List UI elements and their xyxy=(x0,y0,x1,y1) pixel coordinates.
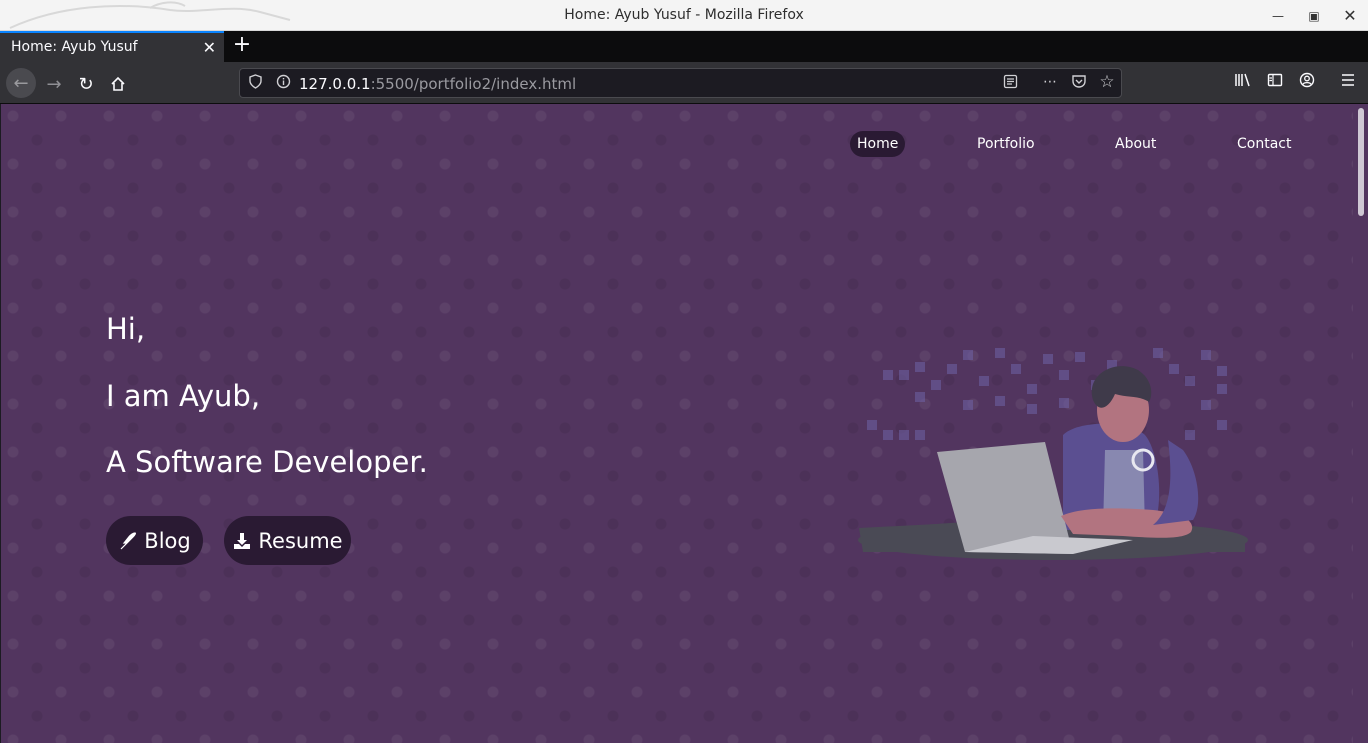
nav-link-contact[interactable]: Contact xyxy=(1230,131,1298,157)
page-actions-icon[interactable]: ⋯ xyxy=(1040,74,1060,90)
shield-icon[interactable] xyxy=(245,74,265,93)
close-tab-icon[interactable]: ✕ xyxy=(203,38,216,57)
close-window-button[interactable]: ✕ xyxy=(1332,0,1368,31)
page-scrollbar[interactable] xyxy=(1353,104,1368,743)
sidebar-icon[interactable] xyxy=(1264,72,1286,92)
bookmark-star-icon[interactable]: ☆ xyxy=(1097,72,1117,92)
blog-button-label: Blog xyxy=(144,528,191,553)
resume-button-label: Resume xyxy=(258,528,343,553)
info-icon[interactable] xyxy=(273,74,293,93)
resume-button[interactable]: Resume xyxy=(224,516,351,565)
site-navigation: Home Portfolio About Contact xyxy=(1,131,1353,159)
address-bar[interactable]: 127.0.0.1:5500/portfolio2/index.html ⋯ ☆ xyxy=(239,68,1122,98)
home-button[interactable] xyxy=(104,70,132,98)
window-title: Home: Ayub Yusuf - Mozilla Firefox xyxy=(564,7,804,23)
maximize-button[interactable]: ▣ xyxy=(1296,0,1332,31)
library-icon[interactable] xyxy=(1232,72,1254,92)
url-host: 127.0.0.1 xyxy=(299,75,371,93)
pocket-icon[interactable] xyxy=(1069,74,1089,93)
feather-icon xyxy=(120,531,137,549)
nav-link-portfolio[interactable]: Portfolio xyxy=(970,131,1042,157)
new-tab-button[interactable]: + xyxy=(230,33,254,57)
download-icon xyxy=(234,532,251,549)
url-text[interactable]: 127.0.0.1:5500/portfolio2/index.html xyxy=(299,75,576,93)
blog-button[interactable]: Blog xyxy=(106,516,203,565)
reload-button[interactable]: ↻ xyxy=(72,70,100,98)
navigation-toolbar: ← → ↻ 127.0.0.1:5500/portfolio2/index.ht… xyxy=(0,62,1368,104)
back-button[interactable]: ← xyxy=(6,68,36,98)
nav-link-home[interactable]: Home xyxy=(850,131,906,157)
window-titlebar: Home: Ayub Yusuf - Mozilla Firefox — ▣ ✕ xyxy=(0,0,1368,31)
hero-name: I am Ayub, xyxy=(106,379,261,413)
scrollbar-thumb[interactable] xyxy=(1358,108,1364,216)
tab-strip: Home: Ayub Yusuf ✕ + xyxy=(0,31,1368,62)
hamburger-menu-icon[interactable] xyxy=(1337,72,1359,91)
developer-laptop-illustration xyxy=(858,348,1248,560)
url-path: :5500/portfolio2/index.html xyxy=(370,75,577,93)
reader-view-icon[interactable] xyxy=(1000,74,1020,93)
minimize-button[interactable]: — xyxy=(1260,0,1296,31)
hero-role: A Software Developer. xyxy=(106,445,428,479)
account-icon[interactable] xyxy=(1296,72,1318,92)
tab-title: Home: Ayub Yusuf xyxy=(11,39,138,55)
pixel-background-pattern xyxy=(867,348,1227,440)
hero-greeting: Hi, xyxy=(106,312,146,346)
tab-home[interactable]: Home: Ayub Yusuf ✕ xyxy=(0,31,224,62)
page-viewport: Home Portfolio About Contact Hi, I am Ay… xyxy=(1,104,1353,743)
nav-link-about[interactable]: About xyxy=(1108,131,1163,157)
forward-button[interactable]: → xyxy=(40,70,68,98)
home-icon xyxy=(111,76,125,91)
